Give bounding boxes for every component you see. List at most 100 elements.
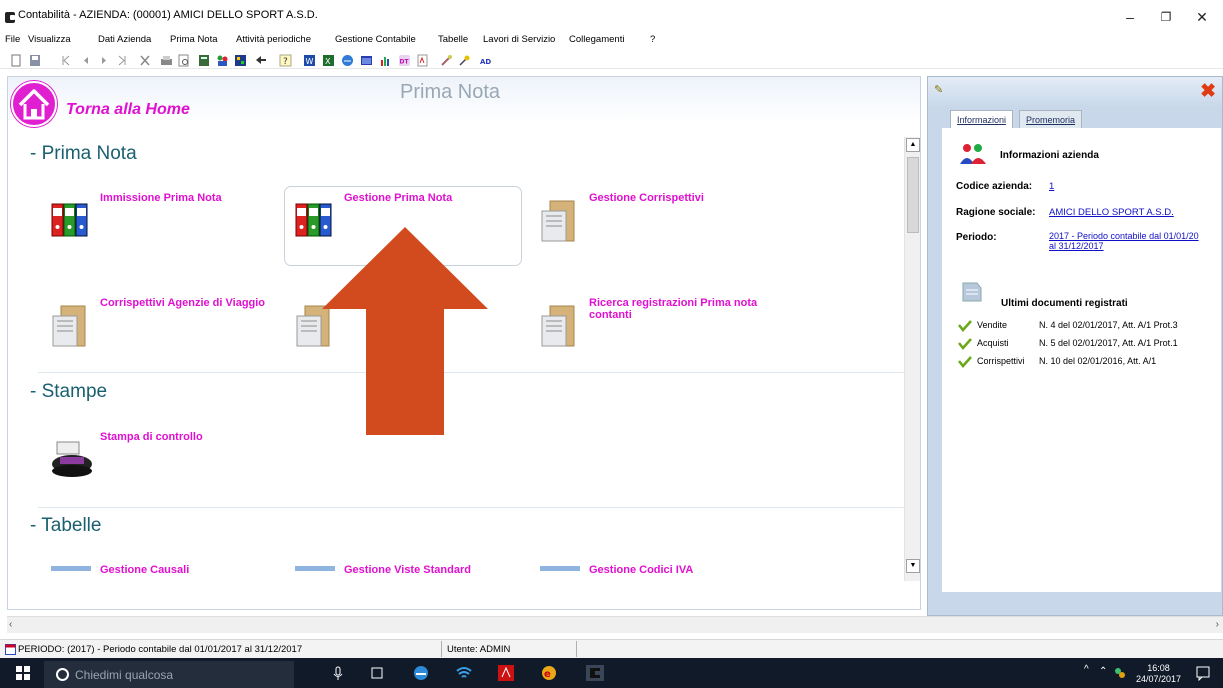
contabilita-app-icon[interactable] xyxy=(586,665,604,681)
window-icon[interactable] xyxy=(360,54,373,67)
pin-icon[interactable]: ✎ xyxy=(934,83,943,96)
menu-dati-azienda[interactable]: Dati Azienda xyxy=(98,34,151,45)
tray-network-icon[interactable] xyxy=(1114,665,1126,681)
tile-gestione-viste-standard[interactable]: Gestione Viste Standard xyxy=(284,555,522,609)
doc-type: Corrispettivi xyxy=(977,356,1025,366)
wizard-icon[interactable] xyxy=(458,54,471,67)
last-record-icon[interactable] xyxy=(118,54,126,67)
status-separator xyxy=(576,641,577,657)
dt-icon[interactable]: DT xyxy=(398,54,411,67)
app-e-icon[interactable]: e xyxy=(540,665,558,681)
menu-file[interactable]: File xyxy=(5,34,20,45)
save-icon[interactable] xyxy=(29,54,41,67)
delete-icon[interactable] xyxy=(139,54,151,67)
tile-label: Gestione Causali xyxy=(100,564,190,576)
tray-chevron-icon[interactable]: ⌃ xyxy=(1099,666,1107,677)
calendar-icon xyxy=(5,644,16,655)
menu-attivita-periodiche[interactable]: Attività periodiche xyxy=(236,34,311,45)
tab-promemoria[interactable]: Promemoria xyxy=(1019,110,1083,128)
home-button[interactable] xyxy=(11,81,57,127)
clock-time: 16:08 xyxy=(1147,663,1170,673)
menu-visualizza[interactable]: Visualizza xyxy=(28,34,71,45)
menu-tabelle[interactable]: Tabelle xyxy=(438,34,468,45)
pointer-icon[interactable] xyxy=(254,54,267,67)
next-record-icon[interactable] xyxy=(100,54,108,67)
chart-icon[interactable] xyxy=(379,54,392,67)
doc-type: Acquisti xyxy=(977,338,1009,348)
pdf-icon[interactable] xyxy=(416,54,429,67)
horizontal-scrollbar[interactable]: ‹ › xyxy=(7,616,1223,633)
docs-title: Ultimi documenti registrati xyxy=(1001,298,1128,309)
tile-gestione-corrispettivi[interactable]: Gestione Corrispettivi xyxy=(529,186,767,266)
up-arrow-annotation-icon xyxy=(322,227,488,435)
tile-stampa-di-controllo[interactable]: Stampa di controllo xyxy=(40,425,278,505)
close-window-button[interactable]: ✕ xyxy=(1185,4,1219,30)
periodo-link-line2[interactable]: al 31/12/2017 xyxy=(1049,241,1104,251)
new-icon[interactable] xyxy=(11,54,21,67)
tile-label: Gestione Prima Nota xyxy=(344,192,453,204)
prev-record-icon[interactable] xyxy=(82,54,90,67)
home-link[interactable]: Torna alla Home xyxy=(66,101,190,119)
folder-icon xyxy=(541,305,575,347)
tile-immissione-prima-nota[interactable]: Immissione Prima Nota xyxy=(40,186,278,266)
first-record-icon[interactable] xyxy=(62,54,70,67)
scrollbar-thumb[interactable] xyxy=(907,157,919,233)
scroll-down-button[interactable]: ▼ xyxy=(906,559,920,573)
edge-browser-icon[interactable] xyxy=(412,665,430,681)
check-icon xyxy=(958,338,972,350)
print-icon[interactable] xyxy=(160,54,173,67)
tile-label: Immissione Prima Nota xyxy=(100,192,222,204)
scroll-right-icon[interactable]: › xyxy=(1216,619,1219,630)
wifi-icon[interactable] xyxy=(455,665,473,681)
taskbar-search-input[interactable]: Chiedimi qualcosa xyxy=(44,661,294,688)
task-view-icon[interactable] xyxy=(370,665,384,681)
notifications-icon[interactable] xyxy=(1196,665,1210,681)
taskbar-clock[interactable]: 16:08 24/07/2017 xyxy=(1136,663,1181,685)
word-icon[interactable]: W xyxy=(303,54,316,67)
panel-header: ✎ ✖ xyxy=(928,77,1222,107)
tools-icon[interactable] xyxy=(440,54,453,67)
folder-icon xyxy=(52,305,86,347)
scroll-left-icon[interactable]: ‹ xyxy=(9,619,12,630)
users-icon[interactable] xyxy=(215,54,229,67)
calculator-icon[interactable] xyxy=(198,54,210,67)
panel-close-icon[interactable]: ✖ xyxy=(1200,80,1216,103)
tile-label: Stampa di controllo xyxy=(100,431,203,443)
browser-icon[interactable] xyxy=(341,54,354,67)
vertical-scrollbar[interactable]: ▲ ▼ xyxy=(904,137,920,581)
ad-icon[interactable]: AD xyxy=(480,54,493,67)
help-icon[interactable]: ? xyxy=(279,54,292,67)
tray-expand-icon[interactable]: ^ xyxy=(1084,664,1089,675)
menu-gestione-contabile[interactable]: Gestione Contabile xyxy=(335,34,416,45)
microphone-icon[interactable] xyxy=(333,665,343,681)
tile-corrispettivi-agenzie[interactable]: Corrispettivi Agenzie di Viaggio xyxy=(40,291,278,371)
tile-gestione-causali[interactable]: Gestione Causali xyxy=(40,555,278,609)
menu-lavori-di-servizio[interactable]: Lavori di Servizio xyxy=(483,34,555,45)
menu-collegamenti[interactable]: Collegamenti xyxy=(569,34,624,45)
svg-text:X: X xyxy=(325,57,331,66)
print-preview-icon[interactable] xyxy=(178,54,190,67)
check-icon xyxy=(958,320,972,332)
windows-start-icon[interactable] xyxy=(16,666,30,680)
printer-icon xyxy=(52,441,92,477)
section-prima-nota-title: - Prima Nota xyxy=(30,143,137,164)
tile-ricerca-registrazioni[interactable]: Ricerca registrazioni Prima nota contant… xyxy=(529,291,767,371)
periodo-label: Periodo: xyxy=(956,232,997,243)
maximize-button[interactable]: ❐ xyxy=(1149,4,1183,30)
clock-date: 24/07/2017 xyxy=(1136,674,1182,684)
scroll-up-button[interactable]: ▲ xyxy=(906,138,920,152)
codice-link[interactable]: 1 xyxy=(1049,181,1054,192)
table-icon xyxy=(51,566,91,571)
menu-help[interactable]: ? xyxy=(650,34,655,45)
minimize-button[interactable]: – xyxy=(1113,4,1147,30)
ragione-link[interactable]: AMICI DELLO SPORT A.S.D. xyxy=(1049,207,1174,218)
codice-label: Codice azienda: xyxy=(956,181,1033,192)
acrobat-icon[interactable] xyxy=(498,665,514,681)
tile-gestione-codici-iva[interactable]: Gestione Codici IVA xyxy=(529,555,767,609)
excel-icon[interactable]: X xyxy=(322,54,335,67)
periodo-link-line1[interactable]: 2017 - Periodo contabile dal 01/01/20 xyxy=(1049,231,1199,241)
menu-prima-nota[interactable]: Prima Nota xyxy=(170,34,218,45)
grid-icon[interactable] xyxy=(234,54,247,67)
tab-informazioni[interactable]: Informazioni xyxy=(950,110,1014,129)
tile-label: Gestione Corrispettivi xyxy=(589,192,704,204)
